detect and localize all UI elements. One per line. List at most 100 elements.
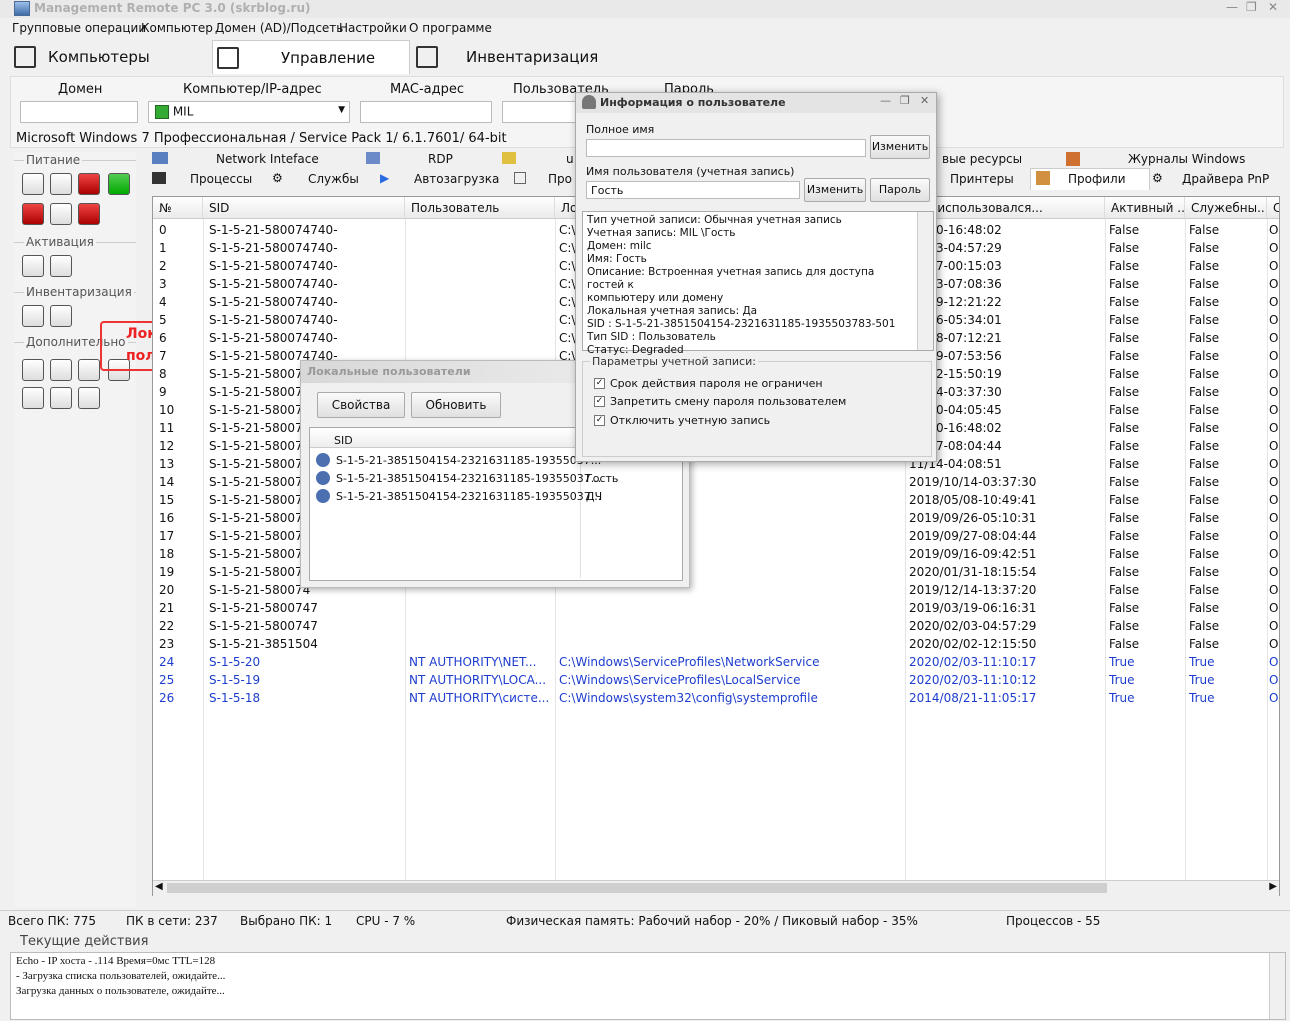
check-disable-account[interactable]: ✓ <box>594 415 605 426</box>
table-cell: O <box>1269 313 1279 327</box>
office-icon[interactable] <box>50 255 72 277</box>
table-cell: True <box>1189 691 1215 705</box>
menu-computer[interactable]: Компьютер <box>141 21 213 35</box>
force-shutdown-icon[interactable] <box>78 203 100 225</box>
table-cell: 2014/08/21-11:05:17 <box>909 691 1037 705</box>
change-fullname-button[interactable]: Изменить <box>870 135 930 159</box>
tab-services[interactable]: Службы <box>308 172 359 186</box>
col-header-status[interactable]: Ст <box>1267 197 1279 219</box>
tab-inventory[interactable]: Инвентаризация <box>416 40 636 74</box>
col-header-num[interactable]: № <box>153 197 203 219</box>
table-cell: C:\ <box>559 331 576 345</box>
properties-button[interactable]: Свойства <box>317 392 405 418</box>
table-row[interactable]: 21 S-1-5-21-5800747 2019/03/19-06:16:31 Fal… <box>153 599 1279 617</box>
menu-domain[interactable]: Домен (AD)/Подсеть <box>215 21 343 35</box>
table-row[interactable]: 25 S-1-5-19 NT AUTHORITY\LOCA... C:\Windows… <box>153 671 1279 689</box>
table-cell: S-1-5-21-580074 <box>209 529 311 543</box>
col-header-user[interactable]: Пользователь <box>405 197 555 219</box>
table-row[interactable]: 24 S-1-5-20 NT AUTHORITY\NET... C:\Windows\… <box>153 653 1279 671</box>
log-area[interactable]: Echo - IP хоста - .114 Время=0мс TTL=128… <box>10 952 1286 1020</box>
sidebar: Питание Активация Инвентаризация Дополни… <box>14 152 136 907</box>
check-password-never-expires[interactable]: ✓ <box>594 378 605 389</box>
maximize-icon[interactable]: ❐ <box>900 94 910 107</box>
tab-computers[interactable]: Компьютеры <box>14 40 210 74</box>
list-icon[interactable] <box>50 359 72 381</box>
check-deny-password-change[interactable]: ✓ <box>594 396 605 407</box>
close-icon[interactable]: ✕ <box>920 94 929 107</box>
table-cell: False <box>1189 511 1220 525</box>
force-logoff-icon[interactable] <box>22 203 44 225</box>
tab-journals[interactable]: Журналы Windows <box>1128 152 1245 166</box>
password-button[interactable]: Пароль <box>870 178 930 202</box>
tab-network[interactable]: Network Inteface <box>216 152 319 166</box>
windows-icon[interactable] <box>22 255 44 277</box>
table-row[interactable]: 22 S-1-5-21-5800747 2020/02/03-04:57:29 Fal… <box>153 617 1279 635</box>
change-username-button[interactable]: Изменить <box>804 178 866 202</box>
refresh-button[interactable]: Обновить <box>411 392 501 418</box>
info-scrollbar[interactable] <box>917 212 933 350</box>
local-users-icon[interactable] <box>78 387 100 409</box>
sid-header[interactable]: SID <box>334 434 353 447</box>
terminal-icon[interactable] <box>22 359 44 381</box>
close-icon[interactable]: ✕ <box>1268 0 1278 14</box>
tab-printers[interactable]: Принтеры <box>950 172 1014 186</box>
menu-about[interactable]: О программе <box>409 21 492 35</box>
table-cell: O <box>1269 619 1279 633</box>
scroll-left-icon[interactable]: ◀ <box>155 881 163 892</box>
u-icon <box>502 152 516 164</box>
table-row[interactable]: 26 S-1-5-18 NT AUTHORITY\систе... C:\Window… <box>153 689 1279 707</box>
user-input[interactable] <box>502 101 578 123</box>
col-header-service[interactable]: Служебны... <box>1185 197 1267 219</box>
logoff-icon[interactable] <box>22 173 44 195</box>
tab-processes[interactable]: Процессы <box>190 172 252 186</box>
force-restart-icon[interactable] <box>50 203 72 225</box>
tab-shared[interactable]: вые ресурсы <box>942 152 1022 166</box>
dialog-title: Информация о пользователе <box>600 96 786 109</box>
tab-profiles[interactable]: Профили <box>1068 172 1126 186</box>
power-on-icon[interactable] <box>108 173 130 195</box>
chevron-down-icon[interactable]: ▼ <box>338 105 345 115</box>
menu-settings[interactable]: Настройки <box>339 21 407 35</box>
col-header-active[interactable]: Активный ... <box>1105 197 1185 219</box>
status-bar: Всего ПК: 775 ПК в сети: 237 Выбрано ПК:… <box>0 910 1290 930</box>
tab-u[interactable]: u <box>566 152 574 166</box>
scroll-thumb[interactable] <box>167 883 1107 893</box>
table-cell: 2019/09/26-05:10:31 <box>909 511 1037 525</box>
table-cell: 15 <box>159 493 175 507</box>
log-scrollbar[interactable] <box>1269 953 1285 1019</box>
tab-programs[interactable]: Про <box>548 172 572 186</box>
minimize-icon[interactable]: — <box>880 94 891 107</box>
gear-icon[interactable] <box>22 305 44 327</box>
stop-icon[interactable] <box>78 173 100 195</box>
table-row[interactable]: 23 S-1-5-21-3851504 2020/02/02-12:15:50 Fal… <box>153 635 1279 653</box>
domain-input[interactable] <box>20 101 138 123</box>
settings-icon[interactable] <box>22 387 44 409</box>
fullname-input[interactable] <box>586 139 866 157</box>
table-cell: False <box>1189 457 1220 471</box>
username-input[interactable]: Гость <box>586 181 800 199</box>
tab-autostart[interactable]: Автозагрузка <box>414 172 499 186</box>
table-cell: False <box>1189 493 1220 507</box>
col-header-sid[interactable]: SID <box>203 197 405 219</box>
table-cell: O <box>1269 475 1279 489</box>
list-item[interactable]: S-1-5-21-3851504154-2321631185-19355037.… <box>310 470 682 487</box>
restart-icon[interactable] <box>50 173 72 195</box>
gear-icon: ⚙ <box>272 171 283 185</box>
list-item[interactable]: S-1-5-21-3851504154-2321631185-19355037.… <box>310 488 682 505</box>
scroll-right-icon[interactable]: ▶ <box>1269 881 1277 892</box>
hardware-icon[interactable] <box>50 305 72 327</box>
mac-input[interactable] <box>360 101 492 123</box>
horizontal-scrollbar[interactable]: ◀ ▶ <box>153 880 1279 896</box>
document-icon[interactable] <box>78 359 100 381</box>
tab-rdp[interactable]: RDP <box>428 152 453 166</box>
table-cell: True <box>1189 673 1215 687</box>
tab-pnp[interactable]: Драйвера PnP <box>1182 172 1269 186</box>
table-cell: 2 <box>159 259 167 273</box>
maximize-icon[interactable]: ❐ <box>1246 0 1257 14</box>
number-icon[interactable] <box>50 387 72 409</box>
minimize-icon[interactable]: — <box>1226 0 1238 14</box>
computer-select[interactable]: MIL ▼ <box>148 101 350 123</box>
tab-control[interactable]: Управление <box>212 40 410 74</box>
menu-group-ops[interactable]: Групповые операции <box>12 21 146 35</box>
table-cell: O <box>1269 403 1279 417</box>
